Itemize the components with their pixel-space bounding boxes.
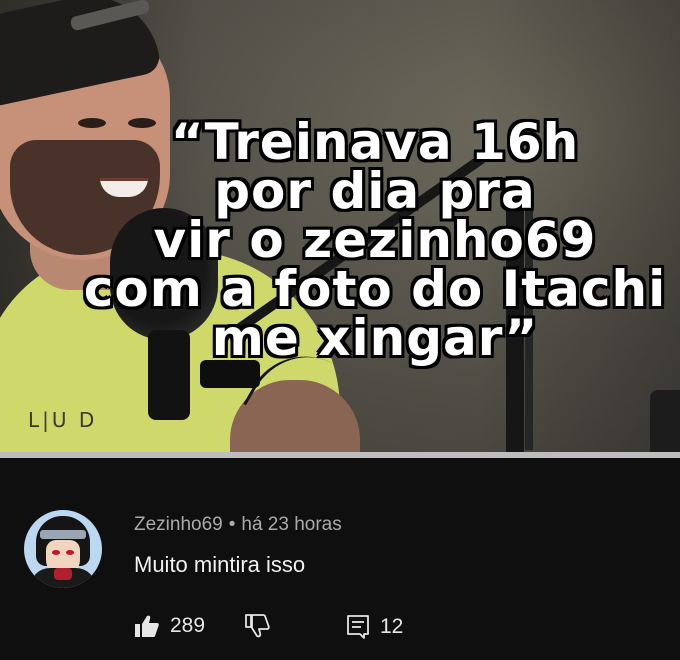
comment-time: há 23 horas [241,514,342,535]
dislike-button[interactable] [244,614,270,638]
comment-meta: Zezinho69 • há 23 horas [134,514,342,536]
background-equipment [650,390,680,452]
shirt-print: L|U D [28,408,98,432]
avatar-collar [54,568,72,580]
reply-icon [346,614,370,640]
reply-count: 12 [380,615,404,638]
video-frame[interactable]: L|U D “Treinava 16h por dia pra vir o ze… [0,0,680,452]
avatar[interactable] [24,510,102,588]
comment: Zezinho69 • há 23 horas Muito mintira isso… [0,458,680,660]
meta-separator: • [228,514,236,535]
like-count: 289 [170,614,206,637]
thumbs-up-icon [134,614,160,638]
like-button[interactable]: 289 [134,614,205,638]
thumbs-down-icon [244,614,270,638]
avatar-eye [66,550,74,555]
reply-button[interactable]: 12 [346,614,403,640]
comment-author[interactable]: Zezinho69 [134,514,223,535]
avatar-eye [52,550,60,555]
comment-text: Muito mintira isso [134,552,306,577]
avatar-headband [40,530,86,539]
video-caption: “Treinava 16h por dia pra vir o zezinho6… [83,113,667,367]
